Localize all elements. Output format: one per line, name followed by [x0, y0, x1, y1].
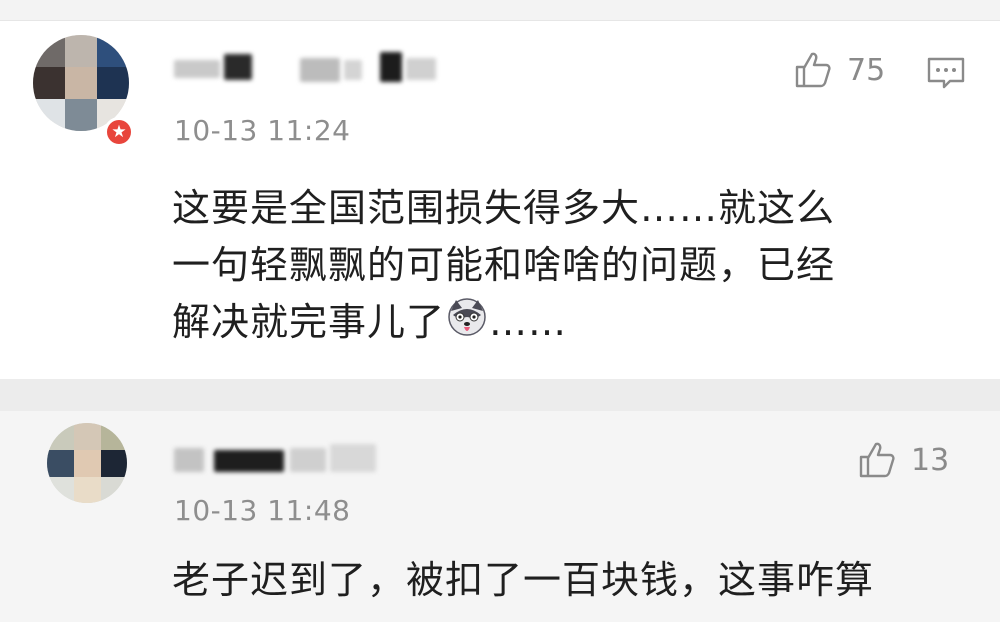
- comment-line: 老子迟到了，被扣了一百块钱，这事咋算: [172, 558, 875, 602]
- like-button[interactable]: 75: [793, 50, 885, 90]
- comment-timestamp: 10-13 11:24: [174, 114, 351, 147]
- comment-text: 这要是全国范围损失得多大……就这么 一句轻飘飘的可能和啥啥的问题，已经 解决就完…: [172, 180, 962, 353]
- comment-line: 这要是全国范围损失得多大……就这么: [172, 186, 836, 230]
- comment-ellipsis: ……: [489, 300, 568, 344]
- comment-line-text: 解决就完事儿了: [172, 300, 446, 344]
- comment-line-with-emoji: 解决就完事儿了 ……: [172, 294, 962, 353]
- like-count: 75: [847, 52, 886, 88]
- like-button[interactable]: 13: [857, 440, 949, 480]
- username-redacted[interactable]: [174, 442, 404, 476]
- thumbs-up-icon: [795, 52, 831, 88]
- top-divider: [0, 0, 1000, 21]
- comment-text: 老子迟到了，被扣了一百块钱，这事咋算: [172, 552, 962, 609]
- comment-separator: [0, 379, 1000, 411]
- husky-emoji-icon: [447, 296, 487, 353]
- star-badge-icon: ★: [104, 117, 134, 147]
- avatar[interactable]: [47, 423, 127, 503]
- thumbs-up-icon: [859, 442, 895, 478]
- like-count: 13: [911, 442, 950, 478]
- comment-line: 一句轻飘飘的可能和啥啥的问题，已经: [172, 243, 836, 287]
- comment-timestamp: 10-13 11:48: [174, 494, 351, 527]
- username-redacted[interactable]: [174, 52, 454, 86]
- reply-icon[interactable]: [926, 55, 966, 95]
